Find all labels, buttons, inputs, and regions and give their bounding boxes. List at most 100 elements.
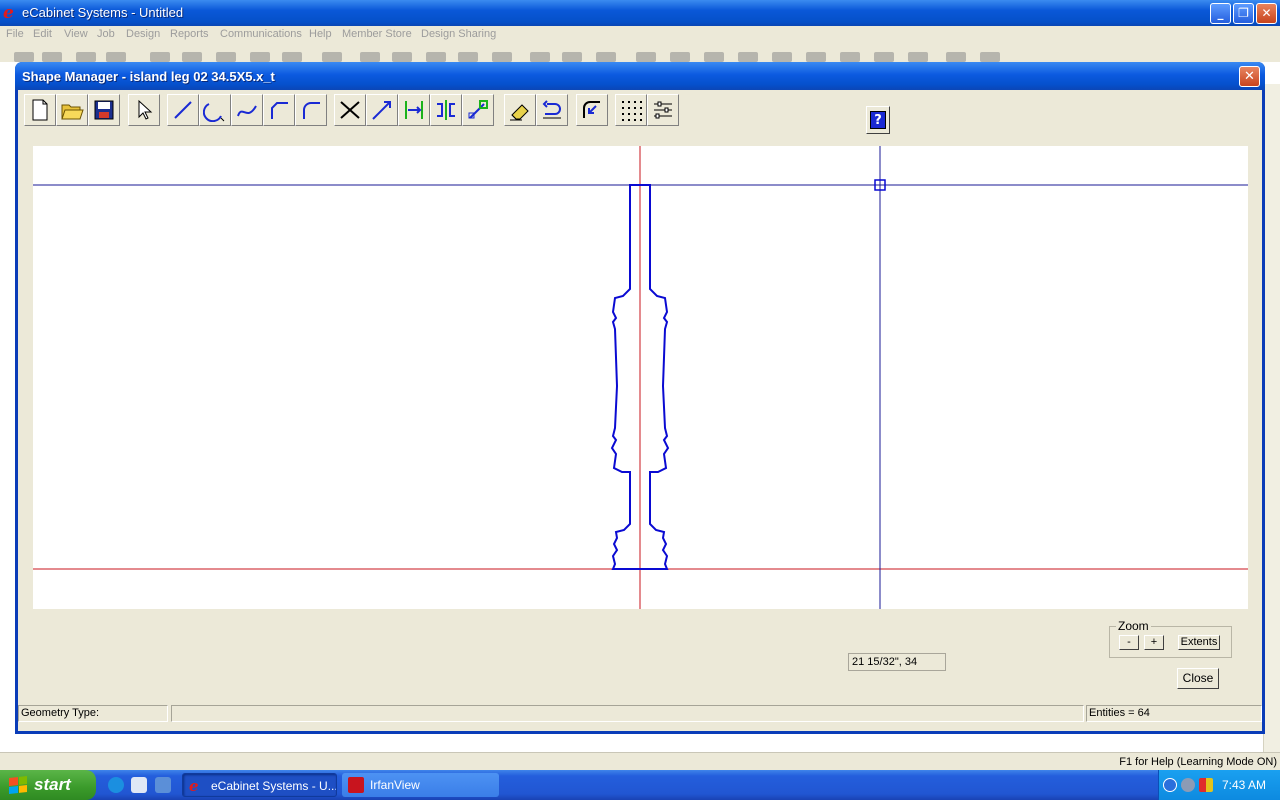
- dialog-status-bar: Geometry Type: Entities = 64: [18, 704, 1262, 723]
- app-status-bar: F1 for Help (Learning Mode ON): [0, 752, 1280, 770]
- arc-tool-button[interactable]: [199, 94, 231, 126]
- show-desktop-icon[interactable]: [131, 777, 147, 793]
- undo-tool-button[interactable]: [536, 94, 568, 126]
- open-icon: [61, 104, 84, 120]
- menu-file[interactable]: File: [6, 28, 24, 40]
- menu-design[interactable]: Design: [126, 28, 160, 40]
- edit-tool-group: [334, 94, 494, 126]
- select-tool-button[interactable]: [128, 94, 160, 126]
- security-icon[interactable]: [1199, 778, 1213, 792]
- trim-icon: [340, 101, 360, 119]
- file-tool-group: [24, 94, 120, 126]
- dialog-title: Shape Manager - island leg 02 34.5X5.x_t: [22, 69, 275, 84]
- menu-reports[interactable]: Reports: [170, 28, 209, 40]
- line-icon: [174, 101, 192, 119]
- zoom-in-button[interactable]: +: [1144, 635, 1164, 650]
- menu-view[interactable]: View: [64, 28, 88, 40]
- app-status-text: F1 for Help (Learning Mode ON): [1119, 756, 1277, 768]
- zoom-extents-button[interactable]: Extents: [1178, 635, 1220, 650]
- grid-tool-button[interactable]: [615, 94, 647, 126]
- menu-bar: File Edit View Job Design Reports Commun…: [0, 26, 1280, 44]
- menu-design-sharing[interactable]: Design Sharing: [421, 28, 496, 40]
- network-icon[interactable]: [1181, 778, 1195, 792]
- open-shape-button[interactable]: [56, 94, 88, 126]
- move-icon: [468, 100, 488, 119]
- spline-icon: [237, 105, 257, 117]
- extend-tool-button[interactable]: [366, 94, 398, 126]
- draw-tool-group: [167, 94, 327, 126]
- ecabinet-logo-icon: e: [3, 3, 14, 23]
- taskbar-irfanview-button[interactable]: IrfanView: [342, 773, 499, 797]
- media-player-icon[interactable]: [155, 777, 171, 793]
- menu-job[interactable]: Job: [97, 28, 115, 40]
- new-icon: [32, 99, 48, 121]
- menu-member-store[interactable]: Member Store: [342, 28, 412, 40]
- geometry-type-panel: Geometry Type:: [18, 705, 168, 722]
- start-button[interactable]: start: [0, 770, 96, 800]
- offset-tool-button[interactable]: [576, 94, 608, 126]
- ecabinet-task-icon: e: [189, 777, 199, 795]
- dialog-title-bar[interactable]: Shape Manager - island leg 02 34.5X5.x_t…: [15, 62, 1265, 90]
- menu-help[interactable]: Help: [309, 28, 332, 40]
- irfanview-task-icon: [348, 777, 364, 793]
- zoom-label: Zoom: [1116, 619, 1151, 633]
- app-vertical-scrollbar[interactable]: [1263, 84, 1280, 752]
- settings-icon: [654, 101, 672, 119]
- dialog-body: ? Zoom - + Extents 21 15/32", 34 Close G…: [18, 90, 1262, 731]
- internet-explorer-icon[interactable]: [108, 777, 124, 793]
- undo-icon: [542, 100, 561, 119]
- eraser-icon: [510, 104, 529, 121]
- spline-tool-button[interactable]: [231, 94, 263, 126]
- extend-icon: [372, 101, 391, 120]
- cursor-coordinate-readout: 21 15/32", 34: [848, 653, 946, 671]
- zoom-group: Zoom - + Extents: [1109, 619, 1232, 658]
- mirror-tool-button[interactable]: [430, 94, 462, 126]
- minimize-button[interactable]: _: [1210, 3, 1231, 24]
- move-tool-button[interactable]: [462, 94, 494, 126]
- view-tool-group: [615, 94, 679, 126]
- line-tool-button[interactable]: [167, 94, 199, 126]
- entities-count-panel: Entities = 64: [1086, 705, 1262, 722]
- arc-icon: [203, 103, 225, 122]
- clock: 7:43 AM: [1221, 778, 1266, 792]
- mirror-icon: [437, 100, 455, 120]
- select-tool-group: [128, 94, 160, 126]
- dimension-icon: [405, 101, 423, 119]
- menu-communications[interactable]: Communications: [220, 28, 302, 40]
- tray-expand-icon[interactable]: [1163, 778, 1177, 792]
- system-tray: 7:43 AM: [1158, 770, 1280, 800]
- shape-drawing: [33, 146, 1248, 609]
- help-button[interactable]: ?: [866, 106, 890, 134]
- windows-taskbar: start e eCabinet Systems - U... IrfanVie…: [0, 770, 1280, 800]
- erase-tool-button[interactable]: [504, 94, 536, 126]
- round-corner-tool-button[interactable]: [295, 94, 327, 126]
- settings-tool-button[interactable]: [647, 94, 679, 126]
- start-label: start: [34, 775, 71, 794]
- select-arrow-icon: [138, 99, 153, 120]
- save-icon: [94, 100, 114, 120]
- help-icon: ?: [870, 111, 886, 129]
- new-shape-button[interactable]: [24, 94, 56, 126]
- fillet-tool-button[interactable]: [263, 94, 295, 126]
- zoom-out-button[interactable]: -: [1119, 635, 1139, 650]
- drawing-canvas[interactable]: [33, 146, 1248, 609]
- app-title: eCabinet Systems - Untitled: [22, 5, 184, 20]
- taskbar-ecabinet-button[interactable]: e eCabinet Systems - U...: [182, 773, 337, 797]
- menu-edit[interactable]: Edit: [33, 28, 52, 40]
- taskbar-irfanview-label: IrfanView: [370, 778, 420, 792]
- taskbar-ecabinet-label: eCabinet Systems - U...: [211, 779, 337, 793]
- erase-tool-group: [504, 94, 568, 126]
- app-close-button[interactable]: ✕: [1256, 3, 1277, 24]
- offset-icon: [583, 101, 600, 118]
- app-title-bar: e eCabinet Systems - Untitled _ ❐ ✕: [0, 0, 1280, 26]
- shape-manager-dialog: Shape Manager - island leg 02 34.5X5.x_t…: [15, 62, 1265, 734]
- dimension-tool-button[interactable]: [398, 94, 430, 126]
- trim-tool-button[interactable]: [334, 94, 366, 126]
- status-message-panel: [171, 705, 1084, 722]
- save-shape-button[interactable]: [88, 94, 120, 126]
- restore-button[interactable]: ❐: [1233, 3, 1254, 24]
- round-corner-icon: [303, 102, 320, 119]
- app-toolbar: [0, 44, 1280, 62]
- dialog-close-button[interactable]: ✕: [1239, 66, 1260, 87]
- close-button[interactable]: Close: [1177, 668, 1219, 689]
